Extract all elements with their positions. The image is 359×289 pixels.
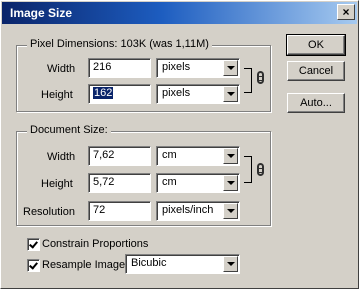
image-size-dialog: Image Size × Pixel Dimensions: 103K (was… bbox=[0, 0, 359, 289]
pixel-height-unit-select[interactable]: pixels bbox=[156, 84, 240, 104]
resolution-value: 72 bbox=[93, 204, 106, 216]
close-button[interactable]: × bbox=[337, 4, 355, 20]
pixel-width-label: Width bbox=[47, 63, 76, 75]
resample-method-value: Bicubic bbox=[131, 257, 167, 269]
pixel-height-input[interactable]: 162 bbox=[88, 84, 151, 104]
doc-width-unit: cm bbox=[162, 149, 177, 161]
doc-height-label: Height bbox=[41, 178, 73, 190]
chevron-down-icon[interactable] bbox=[223, 256, 238, 272]
doc-width-unit-select[interactable]: cm bbox=[156, 146, 240, 166]
pixel-dimensions-legend: Pixel Dimensions: 103K (was 1,11M) bbox=[27, 38, 212, 50]
pixel-width-unit-select[interactable]: pixels bbox=[156, 58, 240, 78]
pixel-width-unit: pixels bbox=[162, 61, 191, 73]
doc-height-unit: cm bbox=[162, 176, 177, 188]
title-bar[interactable]: Image Size × bbox=[2, 2, 357, 24]
resample-image-checkbox[interactable] bbox=[27, 259, 40, 272]
resolution-unit-select[interactable]: pixels/inch bbox=[156, 201, 240, 221]
chevron-down-icon[interactable] bbox=[223, 175, 238, 191]
pixel-width-input[interactable]: 216 bbox=[88, 58, 151, 78]
constrain-proportions-checkbox[interactable] bbox=[27, 238, 40, 251]
resample-method-select[interactable]: Bicubic bbox=[125, 254, 240, 274]
auto-button[interactable]: Auto... bbox=[287, 93, 345, 113]
ok-button[interactable]: OK bbox=[286, 34, 346, 56]
document-link-bracket bbox=[244, 156, 252, 183]
doc-width-input[interactable]: 7,62 bbox=[88, 146, 151, 166]
pixel-width-value: 216 bbox=[93, 61, 112, 73]
constrain-proportions-label[interactable]: Constrain Proportions bbox=[42, 238, 148, 250]
chevron-down-icon[interactable] bbox=[223, 86, 238, 102]
chevron-down-icon[interactable] bbox=[223, 203, 238, 219]
resolution-label: Resolution bbox=[23, 206, 75, 218]
resolution-input[interactable]: 72 bbox=[88, 201, 151, 221]
pixel-link-bracket bbox=[244, 68, 252, 93]
close-icon: × bbox=[342, 5, 350, 19]
document-size-legend: Document Size: bbox=[27, 124, 111, 136]
chain-link-icon bbox=[257, 71, 264, 84]
chain-link-icon bbox=[257, 163, 264, 176]
resample-image-label[interactable]: Resample Image: bbox=[42, 259, 128, 271]
doc-height-value: 5,72 bbox=[93, 176, 115, 188]
cancel-button[interactable]: Cancel bbox=[287, 61, 345, 81]
pixel-dimensions-label: Pixel Dimensions: bbox=[30, 38, 118, 50]
pixel-height-value: 162 bbox=[93, 87, 114, 99]
dialog-title: Image Size bbox=[10, 6, 73, 20]
pixel-height-label: Height bbox=[41, 89, 73, 101]
doc-width-label: Width bbox=[47, 151, 76, 163]
chevron-down-icon[interactable] bbox=[223, 60, 238, 76]
pixel-dimensions-size: 103K (was 1,11M) bbox=[120, 38, 209, 50]
doc-height-input[interactable]: 5,72 bbox=[88, 173, 151, 193]
chevron-down-icon[interactable] bbox=[223, 148, 238, 164]
doc-width-value: 7,62 bbox=[93, 149, 115, 161]
doc-height-unit-select[interactable]: cm bbox=[156, 173, 240, 193]
resolution-unit: pixels/inch bbox=[162, 204, 214, 216]
pixel-height-unit: pixels bbox=[162, 87, 191, 99]
